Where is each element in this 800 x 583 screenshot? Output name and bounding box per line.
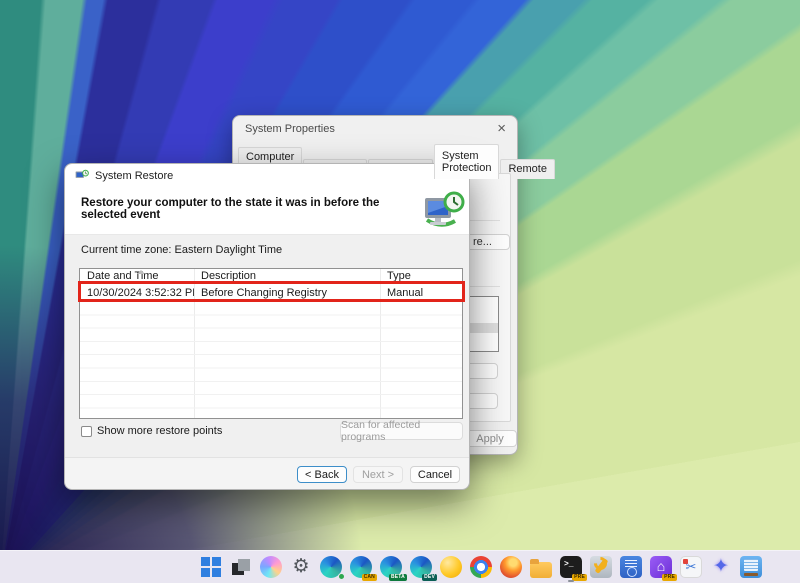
web-document-button[interactable] (616, 552, 646, 582)
chrome-button[interactable] (466, 552, 496, 582)
chrome-icon (470, 556, 492, 578)
tab-system-protection[interactable]: System Protection (434, 144, 500, 179)
cancel-button[interactable]: Cancel (410, 466, 460, 483)
show-more-restore-points-label: Show more restore points (97, 425, 222, 437)
preview-badge: PRE (572, 574, 587, 581)
notepad-button[interactable] (736, 552, 766, 582)
chrome-canary-button[interactable] (436, 552, 466, 582)
close-icon[interactable]: × (497, 121, 506, 136)
start-button[interactable] (196, 552, 226, 582)
windows-logo-icon (200, 556, 222, 578)
copilot-icon (260, 556, 282, 578)
gear-icon: ⚙ (290, 556, 312, 578)
system-restore-title: System Restore (95, 170, 173, 182)
show-more-restore-points-checkbox[interactable] (81, 426, 92, 437)
notepad-icon (740, 556, 762, 578)
system-restore-icon (75, 169, 89, 183)
chrome-canary-icon (440, 556, 462, 578)
empty-table-rows (80, 302, 462, 418)
edge-beta-button[interactable]: BETA (376, 552, 406, 582)
dev-badge: DEV (422, 574, 437, 581)
system-properties-titlebar[interactable]: System Properties × (233, 116, 517, 142)
taskbar-icons: ⚙ CAN BETA DEV PRE ⌂PRE ✂ ✦ (196, 552, 766, 582)
edge-dev-button[interactable]: DEV (406, 552, 436, 582)
copilot-sparkle-button[interactable]: ✦ (706, 552, 736, 582)
canary-badge: CAN (362, 574, 377, 581)
file-explorer-button[interactable] (526, 552, 556, 582)
system-restore-banner: Restore your computer to the state it wa… (65, 188, 470, 235)
firefox-icon (500, 556, 522, 578)
settings-button[interactable]: ⚙ (286, 552, 316, 582)
edge-canary-button[interactable]: CAN (346, 552, 376, 582)
scissors-icon: ✂ (680, 556, 702, 578)
firefox-button[interactable] (496, 552, 526, 582)
sparkle-icon: ✦ (710, 556, 732, 578)
running-indicator (568, 580, 574, 582)
red-annotation-box (78, 281, 465, 302)
apply-button[interactable]: Apply (463, 430, 517, 447)
system-restore-window: System Restore × Restore your computer t… (64, 163, 470, 490)
web-document-icon (620, 556, 642, 578)
edge-button[interactable] (316, 552, 346, 582)
task-view-button[interactable] (226, 552, 256, 582)
scan-affected-programs-button[interactable]: Scan for affected programs (340, 422, 463, 440)
taskbar: ⚙ CAN BETA DEV PRE ⌂PRE ✂ ✦ (0, 550, 800, 583)
wrench-icon (590, 556, 612, 578)
system-restore-titlebar[interactable]: System Restore × (65, 164, 469, 188)
back-button[interactable]: < Back (297, 466, 347, 483)
snipping-tool-button[interactable]: ✂ (676, 552, 706, 582)
desktop: System Properties × Computer Name Hardwa… (0, 0, 800, 583)
dialog-footer: < Back Next > Cancel (65, 457, 469, 489)
system-properties-title: System Properties (245, 123, 335, 135)
restore-points-table[interactable]: Date and Time Description Type 10/30/202… (79, 268, 463, 419)
system-restore-large-icon (421, 189, 465, 233)
preview-badge: PRE (662, 574, 677, 581)
folder-icon (530, 562, 552, 578)
sort-indicator-icon (137, 270, 145, 274)
next-button[interactable]: Next > (353, 466, 403, 483)
restore-header-text: Restore your computer to the state it wa… (81, 197, 426, 221)
terminal-button[interactable]: PRE (556, 552, 586, 582)
beta-badge: BETA (389, 574, 407, 581)
task-view-icon (230, 556, 252, 578)
tools-button[interactable] (586, 552, 616, 582)
timezone-label: Current time zone: Eastern Daylight Time (81, 244, 282, 256)
dev-home-button[interactable]: ⌂PRE (646, 552, 676, 582)
edge-update-badge (338, 573, 345, 580)
copilot-button[interactable] (256, 552, 286, 582)
